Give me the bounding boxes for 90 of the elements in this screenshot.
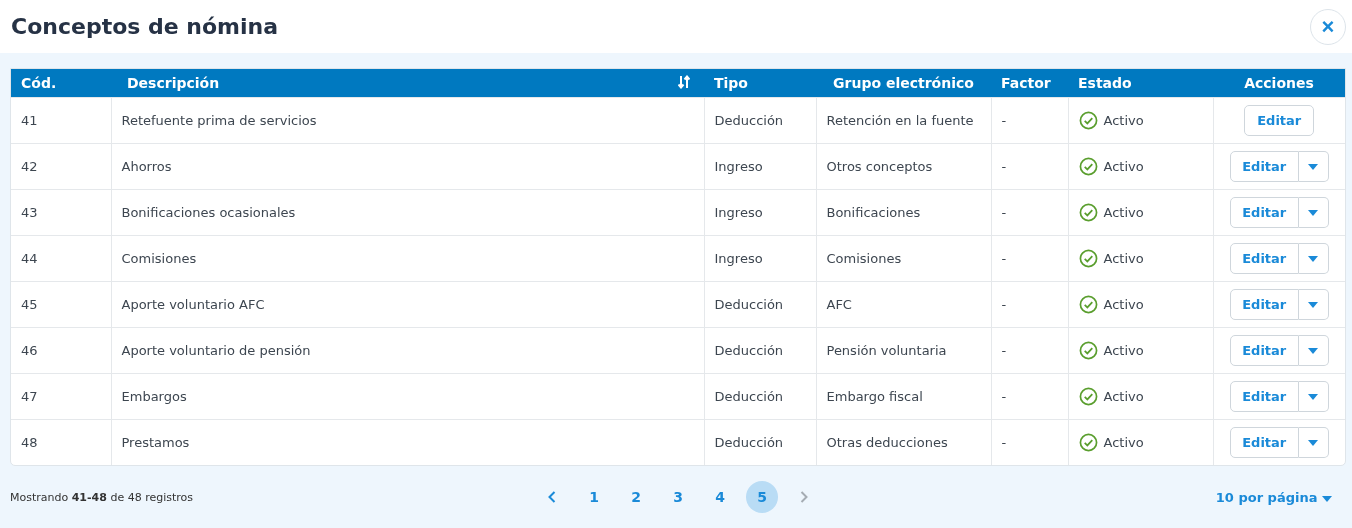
dialog-title: Conceptos de nómina [11,14,279,39]
table-cell: Otros conceptos [816,143,991,190]
edit-button[interactable]: Editar [1244,105,1315,136]
table-cell: Bonificaciones ocasionales [111,189,704,236]
table-cell: Deducción [704,97,816,144]
table-cell: - [991,97,1068,144]
table-cell: Aporte voluntario AFC [111,281,704,328]
table-cell: Comisiones [111,235,704,282]
table-cell: Prestamos [111,419,704,465]
caret-icon [1308,163,1319,170]
records-summary: Mostrando 41-48 de 48 registros [10,490,194,504]
chevron-right-icon [800,491,808,503]
column-header: Tipo [704,69,816,98]
table-cell: 47 [11,373,111,420]
edit-button[interactable]: Editar [1229,197,1299,228]
table-cell: Pensión voluntaria [816,327,991,374]
table-cell: Ingreso [704,189,816,236]
page-button[interactable]: 4 [704,481,736,513]
caret-icon [1308,347,1319,354]
column-header: Descripción [111,69,704,98]
table-cell: Ingreso [704,235,816,282]
status-text: Activo [1103,159,1144,174]
page-button[interactable]: 1 [578,481,610,513]
table-cell: - [991,189,1068,236]
table-cell: - [991,143,1068,190]
column-header: Acciones [1213,69,1345,98]
table-cell: Deducción [704,419,816,465]
table-cell: Deducción [704,281,816,328]
table-cell: 43 [11,189,111,236]
table-cell: Embargos [111,373,704,420]
table-cell: Deducción [704,327,816,374]
table-cell: 45 [11,281,111,328]
table-cell: - [991,235,1068,282]
close-button[interactable]: × [1310,8,1346,45]
table-cell: Comisiones [816,235,991,282]
table-cell: 41 [11,97,111,144]
table-cell: Aporte voluntario de pensión [111,327,704,374]
dropdown-button[interactable] [1298,289,1329,320]
table-cell: Bonificaciones [816,189,991,236]
edit-button[interactable]: Editar [1229,381,1299,412]
column-header: Cód. [11,69,111,98]
edit-button[interactable]: Editar [1229,243,1299,274]
sort-icon[interactable] [678,75,690,89]
table-cell: - [991,419,1068,465]
table-cell: - [991,373,1068,420]
status-text: Activo [1103,435,1144,450]
table-cell: Ingreso [704,143,816,190]
status-text: Activo [1103,113,1144,128]
edit-button[interactable]: Editar [1229,289,1299,320]
table-cell: Deducción [704,373,816,420]
dropdown-button[interactable] [1298,197,1329,228]
edit-button[interactable]: Editar [1229,335,1299,366]
status-text: Activo [1103,343,1144,358]
table-cell: - [991,281,1068,328]
page-button[interactable]: 5 [746,481,778,513]
column-header: Estado [1068,69,1213,98]
caret-icon [1308,301,1319,308]
table-cell: Retefuente prima de servicios [111,97,704,144]
table-cell: 48 [11,419,111,465]
edit-button[interactable]: Editar [1229,427,1299,458]
page-button[interactable]: 3 [662,481,694,513]
column-header: Factor [991,69,1068,98]
dropdown-button[interactable] [1298,335,1329,366]
dropdown-button[interactable] [1298,427,1329,458]
table-cell: Ahorros [111,143,704,190]
table-cell: Otras deducciones [816,419,991,465]
dropdown-button[interactable] [1298,243,1329,274]
column-header: Grupo electrónico [816,69,991,98]
status-text: Activo [1103,389,1144,404]
table-cell: Embargo fiscal [816,373,991,420]
table-cell: Retención en la fuente [816,97,991,144]
page-size-dropdown[interactable]: 10 por página [1046,489,1346,505]
table-cell: 42 [11,143,111,190]
caret-icon [1308,209,1319,216]
table-cell: 44 [11,235,111,282]
dropdown-button[interactable] [1298,381,1329,412]
table-cell: - [991,327,1068,374]
status-text: Activo [1103,297,1144,312]
caret-icon [1308,255,1319,262]
table-cell: 46 [11,327,111,374]
table-cell: AFC [816,281,991,328]
edit-button[interactable]: Editar [1229,151,1299,182]
dropdown-button[interactable] [1298,151,1329,182]
status-text: Activo [1103,251,1144,266]
caret-icon [1308,439,1319,446]
caret-icon [1322,495,1332,502]
page-button[interactable]: 2 [620,481,652,513]
chevron-left-icon [548,491,556,503]
status-text: Activo [1103,205,1144,220]
caret-icon [1308,393,1319,400]
